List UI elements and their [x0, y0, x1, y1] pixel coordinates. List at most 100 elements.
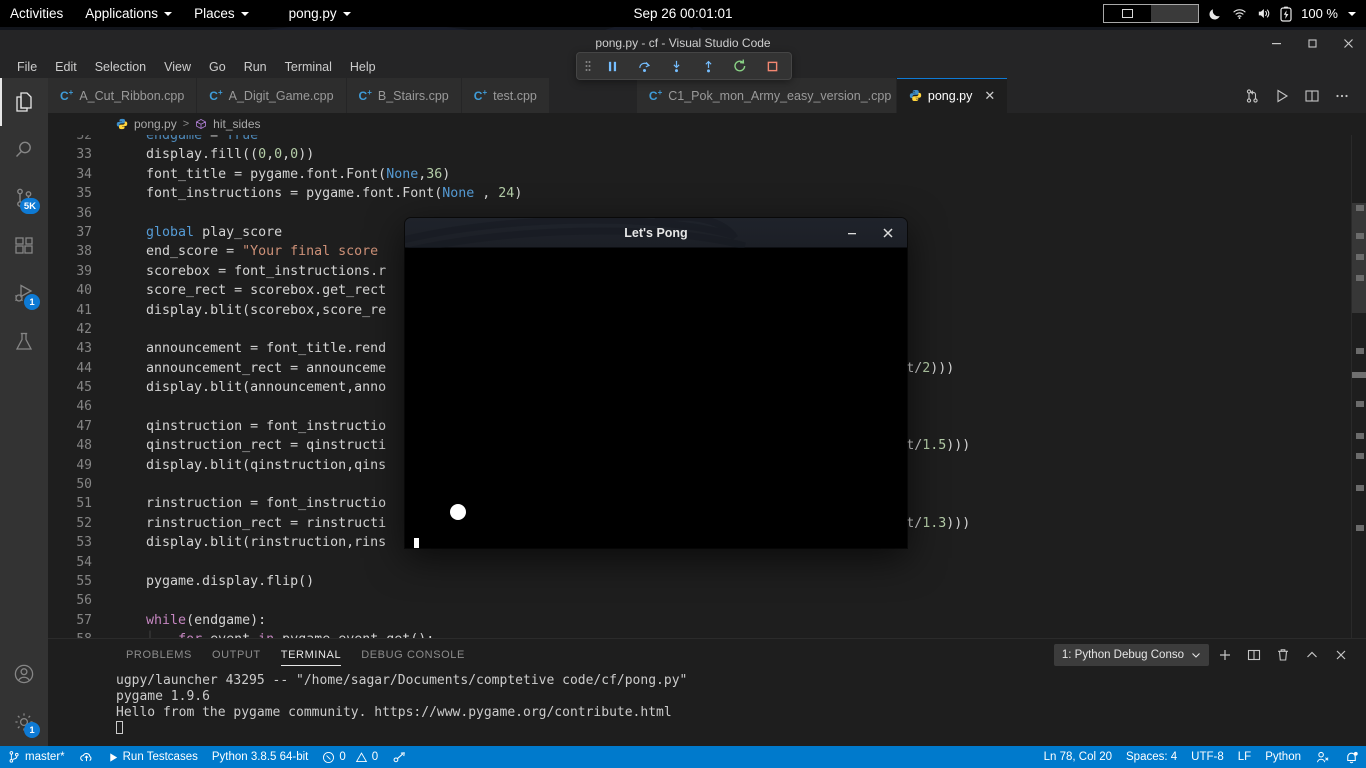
status-notifications[interactable]	[1337, 746, 1366, 768]
files-icon	[16, 92, 32, 112]
terminal-output[interactable]: ugpy/launcher 43295 -- "/home/sagar/Docu…	[48, 671, 1366, 746]
code-line: 54	[48, 553, 1366, 572]
tab-b-stairs[interactable]: C+ B_Stairs.cpp	[346, 78, 462, 113]
status-problems[interactable]: 0 0	[315, 746, 385, 768]
new-terminal-icon[interactable]	[1212, 642, 1238, 668]
split-terminal-icon[interactable]	[1241, 642, 1267, 668]
status-eol[interactable]: LF	[1231, 746, 1258, 768]
code-line: 57 while(endgame):	[48, 611, 1366, 630]
status-encoding[interactable]: UTF-8	[1184, 746, 1231, 768]
applications-menu[interactable]: Applications	[74, 0, 183, 27]
pygame-minimize-button[interactable]	[839, 220, 865, 246]
breadcrumb-symbol[interactable]: hit_sides	[213, 117, 260, 131]
tab-label: pong.py	[927, 88, 973, 103]
code-line: 56	[48, 591, 1366, 610]
status-sync[interactable]	[72, 746, 101, 768]
status-feedback[interactable]	[1308, 746, 1337, 768]
split-editor-vertical-icon[interactable]	[1238, 78, 1266, 113]
activities-label: Activities	[10, 6, 64, 21]
run-python-file-icon[interactable]	[1268, 78, 1296, 113]
python-icon	[909, 89, 922, 102]
tab-a-digit-game[interactable]: C+ A_Digit_Game.cpp	[197, 78, 347, 113]
close-panel-icon[interactable]	[1328, 642, 1354, 668]
sidebar-item-explorer[interactable]	[0, 78, 48, 126]
pygame-titlebar[interactable]: Let's Pong	[405, 218, 907, 248]
close-icon[interactable]: ✕	[984, 88, 995, 104]
pygame-canvas[interactable]	[405, 248, 907, 548]
code-line: 32 endgame = True	[48, 135, 1366, 145]
status-cursor-position[interactable]: Ln 78, Col 20	[1037, 746, 1119, 768]
menu-file[interactable]: File	[8, 56, 46, 78]
menu-edit[interactable]: Edit	[46, 56, 86, 78]
tab-output[interactable]: OUTPUT	[202, 639, 271, 671]
status-run-testcases[interactable]: Run Testcases	[101, 746, 205, 768]
window-minimize-button[interactable]	[1258, 30, 1294, 56]
sidebar-item-search[interactable]	[0, 126, 48, 174]
stop-button[interactable]	[757, 53, 787, 79]
more-actions-icon[interactable]	[1328, 78, 1356, 113]
status-indentation[interactable]: Spaces: 4	[1119, 746, 1184, 768]
step-over-button[interactable]	[629, 53, 659, 79]
scrollbar-slider[interactable]	[1352, 372, 1366, 378]
encoding-label: UTF-8	[1191, 751, 1224, 763]
places-menu[interactable]: Places	[183, 0, 260, 27]
debug-toolbar[interactable]	[576, 52, 792, 80]
chevron-down-icon[interactable]	[1348, 11, 1356, 16]
menu-edit-label: Edit	[55, 60, 77, 74]
workspace-2[interactable]	[1151, 5, 1199, 22]
terminal-selector-dropdown[interactable]: 1: Python Debug Conso	[1053, 644, 1209, 666]
terminal-cursor	[116, 721, 123, 734]
maximize-panel-icon[interactable]	[1299, 642, 1325, 668]
split-editor-icon[interactable]	[1298, 78, 1326, 113]
tab-terminal[interactable]: TERMINAL	[271, 639, 351, 671]
gnome-top-bar: Activities Applications Places pong.py S…	[0, 0, 1366, 27]
pygame-window[interactable]: Let's Pong	[405, 218, 907, 548]
app-menu[interactable]: pong.py	[278, 0, 362, 27]
breadcrumb-file[interactable]: pong.py	[134, 117, 177, 131]
step-into-button[interactable]	[661, 53, 691, 79]
window-maximize-button[interactable]	[1294, 30, 1330, 56]
window-close-button[interactable]	[1330, 30, 1366, 56]
kill-terminal-icon[interactable]	[1270, 642, 1296, 668]
sidebar-item-testing[interactable]	[0, 318, 48, 366]
workspace-switcher[interactable]	[1103, 4, 1200, 23]
status-language-mode[interactable]: Python	[1258, 746, 1308, 768]
sidebar-item-run-and-debug[interactable]: 1	[0, 270, 48, 318]
sidebar-item-source-control[interactable]: 5K	[0, 174, 48, 222]
menu-go[interactable]: Go	[200, 56, 235, 78]
tab-debug-console[interactable]: DEBUG CONSOLE	[351, 639, 475, 671]
warning-count: 0	[371, 751, 379, 763]
menu-view[interactable]: View	[155, 56, 200, 78]
activities-button[interactable]: Activities	[0, 0, 74, 27]
tab-test[interactable]: C+ test.cpp	[461, 78, 550, 113]
notification-bell-icon	[1347, 751, 1358, 763]
menu-help[interactable]: Help	[341, 56, 385, 78]
tab-problems[interactable]: PROBLEMS	[116, 639, 202, 671]
line-number: 39	[76, 263, 92, 279]
restart-button[interactable]	[725, 53, 755, 79]
menu-selection[interactable]: Selection	[86, 56, 155, 78]
cpp-icon: C+	[358, 88, 372, 103]
pygame-close-button[interactable]	[875, 220, 901, 246]
tab-a-cut-ribbon[interactable]: C+ A_Cut_Ribbon.cpp	[48, 78, 198, 113]
step-out-button[interactable]	[693, 53, 723, 79]
menu-terminal[interactable]: Terminal	[276, 56, 341, 78]
workspace-1[interactable]	[1104, 5, 1152, 22]
sidebar-item-manage-settings[interactable]: 1	[0, 698, 48, 746]
sidebar-item-extensions[interactable]	[0, 222, 48, 270]
bottom-panel: PROBLEMS OUTPUT TERMINAL DEBUG CONSOLE 1…	[48, 638, 1366, 746]
status-ports[interactable]	[385, 746, 414, 768]
volume-icon[interactable]	[1256, 6, 1271, 21]
editor-scrollbar[interactable]	[1352, 135, 1366, 638]
pause-button[interactable]	[597, 53, 627, 79]
tab-pong-py[interactable]: pong.py ✕	[896, 78, 1009, 113]
status-python-interpreter[interactable]: Python 3.8.5 64-bit	[205, 746, 316, 768]
wifi-icon[interactable]	[1232, 6, 1247, 21]
sidebar-item-accounts[interactable]	[0, 650, 48, 698]
chevron-down-icon	[342, 11, 351, 16]
menu-run[interactable]: Run	[235, 56, 276, 78]
tab-c1-pokemon-army[interactable]: C+ C1_Pok_mon_Army_easy_version_.cpp	[636, 78, 897, 113]
status-branch[interactable]: master*	[0, 746, 72, 768]
drag-handle-icon[interactable]	[581, 58, 595, 74]
warning-icon	[355, 751, 367, 762]
